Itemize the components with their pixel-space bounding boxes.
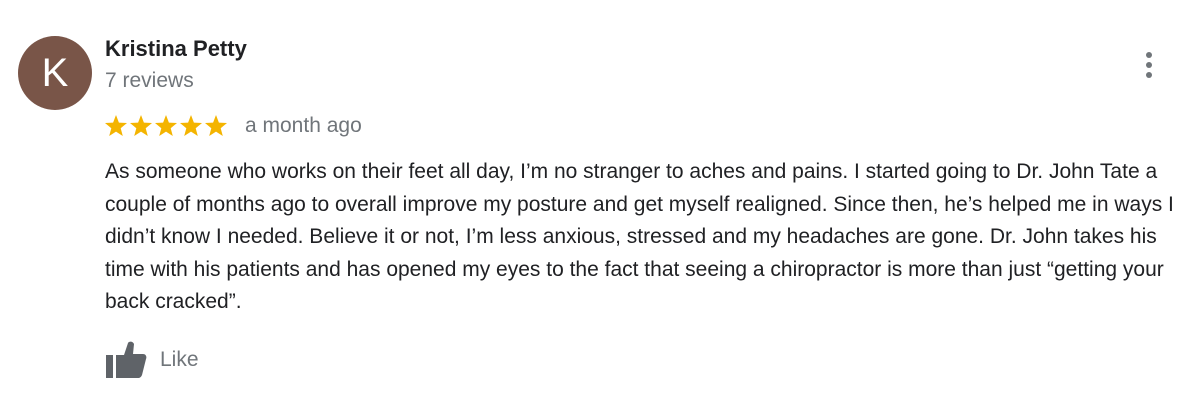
review-card: K Kristina Petty 7 reviews a month ago A… <box>0 0 1200 406</box>
star-icon <box>130 115 152 136</box>
like-button[interactable]: Like <box>104 340 199 380</box>
star-rating <box>104 112 228 140</box>
star-icon <box>105 115 127 136</box>
star-icon <box>155 115 177 136</box>
review-count[interactable]: 7 reviews <box>105 69 194 93</box>
star-icon <box>205 115 227 136</box>
review-text: As someone who works on their feet all d… <box>105 160 1174 313</box>
thumb-up-icon <box>106 341 147 378</box>
author-name[interactable]: Kristina Petty <box>105 36 247 62</box>
like-label: Like <box>160 348 199 371</box>
star-icon <box>180 115 202 136</box>
avatar[interactable]: K <box>18 36 92 110</box>
review-time: a month ago <box>245 114 362 137</box>
more-options-button[interactable] <box>1136 50 1162 80</box>
